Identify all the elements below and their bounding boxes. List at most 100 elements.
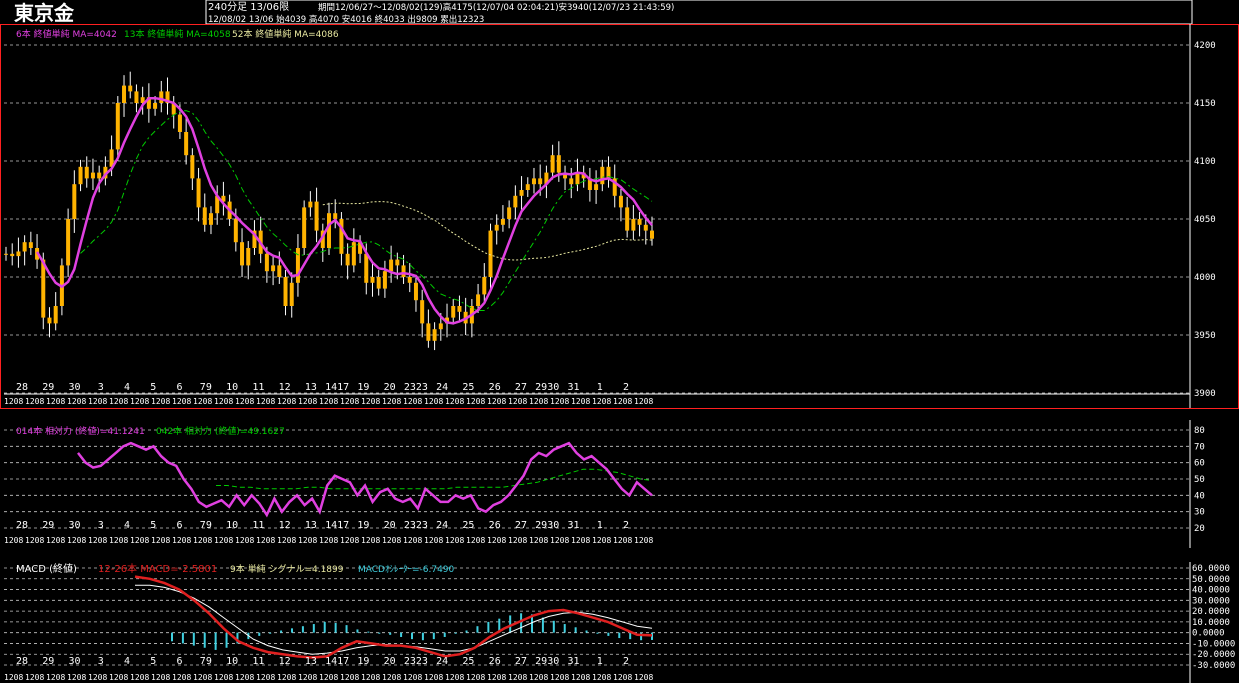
candle-body bbox=[295, 248, 300, 283]
macd-y-tick-labels: 60.000050.000040.000030.000020.000010.00… bbox=[1192, 564, 1235, 671]
candle-body bbox=[115, 103, 120, 150]
bar-label: 1208 bbox=[151, 536, 170, 545]
bar-label: 1208 bbox=[613, 397, 632, 406]
candle-body bbox=[128, 85, 133, 92]
y-tick-label: 4000 bbox=[1194, 273, 1216, 283]
ma6-legend: 6本 終値単純 MA=4042 bbox=[16, 28, 117, 40]
bar-label: 1208 bbox=[571, 536, 590, 545]
ma52-line bbox=[322, 201, 653, 261]
candle-body bbox=[488, 230, 493, 277]
bar-label: 1208 bbox=[25, 673, 44, 682]
x-day-label: 2 bbox=[623, 382, 629, 393]
rsi-x-day-labels: 28 29 30 3 4 5 6 79 10 11 12 13 1417 19 20 2323 24 25 26 27… bbox=[16, 520, 629, 531]
x-day-label: 30 bbox=[68, 382, 80, 393]
candle-body bbox=[631, 219, 636, 231]
rsi-y-tick-labels: 80 70 60 50 40 30 20 bbox=[1194, 426, 1205, 534]
candle-body bbox=[246, 248, 251, 266]
bar-label: 1208 bbox=[508, 397, 527, 406]
x-day-label: 13 bbox=[305, 520, 317, 531]
y-tick-label: 80 bbox=[1194, 426, 1205, 436]
bar-label: 1208 bbox=[25, 397, 44, 406]
x-day-label: 2 bbox=[623, 520, 629, 531]
y-tick-label: 0.0000 bbox=[1192, 629, 1225, 639]
macd-grid bbox=[4, 567, 1190, 666]
y-tick-label: 30 bbox=[1194, 508, 1205, 518]
bar-label: 1208 bbox=[382, 536, 401, 545]
candle-body bbox=[364, 253, 369, 283]
x-day-label: 28 bbox=[16, 520, 28, 531]
candle-body bbox=[41, 259, 46, 318]
x-day-label: 5 bbox=[150, 520, 156, 531]
candle-body bbox=[327, 213, 331, 248]
bar-label: 1208 bbox=[298, 397, 317, 406]
bar-label: 1208 bbox=[256, 673, 275, 682]
bar-label: 1208 bbox=[634, 536, 653, 545]
candle-body bbox=[72, 184, 77, 219]
last-bar-line: 12/08/02 13/06 始4039 高4070 安4016 終4033 出… bbox=[208, 14, 484, 25]
bar-label: 1208 bbox=[613, 536, 632, 545]
x-day-label: 2 bbox=[623, 656, 629, 667]
x-day-label: 10 bbox=[226, 656, 238, 667]
candle-body bbox=[66, 219, 71, 266]
candle-body bbox=[277, 265, 282, 277]
bar-label: 1208 bbox=[46, 536, 65, 545]
macd-line bbox=[134, 575, 653, 659]
range-line: 期間12/06/27～12/08/02(129)高4175(12/07/04 0… bbox=[318, 2, 674, 13]
candle-body bbox=[643, 224, 648, 231]
rsi42-legend: 042本 相対力 (終値)=49.1627 bbox=[156, 425, 285, 437]
bar-label: 1208 bbox=[235, 536, 254, 545]
x-day-label: 2930 bbox=[535, 382, 559, 393]
candle-body bbox=[289, 282, 294, 306]
candle-body bbox=[271, 265, 276, 272]
bar-label: 1208 bbox=[67, 536, 86, 545]
x-day-label: 5 bbox=[150, 656, 156, 667]
bar-label: 1208 bbox=[109, 673, 128, 682]
bar-label: 1208 bbox=[487, 673, 506, 682]
y-tick-label: 4200 bbox=[1194, 41, 1216, 51]
bar-label: 1208 bbox=[214, 397, 233, 406]
bar-label: 1208 bbox=[361, 397, 380, 406]
bar-label: 1208 bbox=[361, 536, 380, 545]
signal-legend: 9本 単純 シグナル=4.1899 bbox=[230, 563, 344, 575]
bar-label: 1208 bbox=[592, 673, 611, 682]
x-day-label: 28 bbox=[16, 656, 28, 667]
candle-body bbox=[177, 114, 182, 132]
bar-label: 1208 bbox=[340, 673, 359, 682]
candle-body bbox=[16, 251, 21, 257]
candle-body bbox=[382, 271, 387, 289]
x-day-label: 6 bbox=[177, 656, 183, 667]
x-day-label: 27 bbox=[515, 520, 527, 531]
x-day-label: 1 bbox=[597, 656, 603, 667]
bar-label: 1208 bbox=[634, 673, 653, 682]
bar-label: 1208 bbox=[298, 673, 317, 682]
bar-label: 1208 bbox=[592, 536, 611, 545]
candle-body bbox=[519, 190, 524, 196]
x-day-label: 19 bbox=[357, 382, 369, 393]
macd-legend: 12-26本 MACD=-2.5801 bbox=[98, 562, 217, 575]
x-day-label: 12 bbox=[279, 382, 291, 393]
candle-body bbox=[134, 91, 139, 103]
y-tick-label: 50.0000 bbox=[1192, 575, 1230, 585]
ma6-line bbox=[36, 96, 653, 325]
x-day-label: 4 bbox=[124, 656, 130, 667]
candle-body bbox=[550, 155, 555, 173]
candle-body bbox=[395, 259, 400, 266]
price-panel bbox=[0, 24, 1239, 409]
x-day-label: 6 bbox=[177, 520, 183, 531]
bar-label: 1208 bbox=[319, 536, 338, 545]
bar-label: 1208 bbox=[130, 536, 149, 545]
candle-body bbox=[78, 166, 83, 185]
x-day-label: 29 bbox=[42, 656, 54, 667]
y-tick-label: 40.0000 bbox=[1192, 586, 1230, 596]
x-day-label: 79 bbox=[200, 382, 212, 393]
bar-label: 1208 bbox=[466, 673, 485, 682]
bar-label: 1208 bbox=[277, 397, 296, 406]
candle-body bbox=[625, 207, 630, 231]
x-day-label: 4 bbox=[124, 382, 130, 393]
y-tick-label: 40 bbox=[1194, 491, 1205, 501]
y-tick-label: 60.0000 bbox=[1192, 564, 1230, 574]
x-day-label: 28 bbox=[16, 382, 28, 393]
candle-body bbox=[494, 224, 499, 231]
bar-label: 1208 bbox=[529, 673, 548, 682]
bar-label: 1208 bbox=[46, 673, 65, 682]
